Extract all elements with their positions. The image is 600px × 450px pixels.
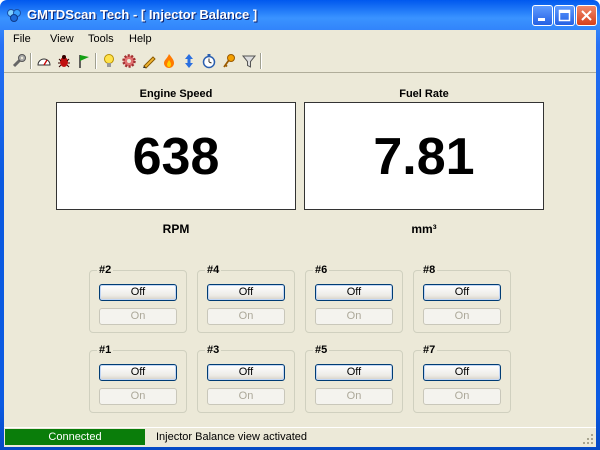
engine-speed-display: 638 (56, 102, 296, 210)
fuel-rate-value: 7.81 (373, 128, 475, 186)
toolbar-separator (30, 53, 32, 69)
injector-group-title: #7 (421, 344, 438, 356)
injector-8-off-button[interactable]: Off (423, 284, 501, 301)
connection-status: Connected (5, 429, 145, 445)
window-title: GMTDScan Tech - [ Injector Balance ] (27, 7, 258, 22)
injector-8-on-button[interactable]: On (423, 308, 501, 325)
injector-4-off-button[interactable]: Off (207, 284, 285, 301)
injector-3-on-button[interactable]: On (207, 388, 285, 405)
gauge-icon[interactable] (36, 53, 52, 69)
funnel-icon[interactable] (241, 53, 257, 69)
maximize-button[interactable] (554, 5, 575, 26)
app-window: GMTDScan Tech - [ Injector Balance ] Fil… (0, 0, 600, 450)
menu-tools[interactable]: Tools (88, 33, 114, 45)
status-bar: Connected Injector Balance view activate… (4, 427, 596, 447)
minimize-icon (538, 18, 545, 21)
injector-5-off-button[interactable]: Off (315, 364, 393, 381)
engine-speed-unit: RPM (162, 222, 190, 236)
fuel-rate-unit: mm³ (411, 222, 437, 236)
fuel-rate-display: 7.81 (304, 102, 544, 210)
injector-3-off-button[interactable]: Off (207, 364, 285, 381)
fuel-rate-label: Fuel Rate (399, 88, 449, 100)
injector-group-title: #8 (421, 264, 438, 276)
arrows-icon[interactable] (181, 53, 197, 69)
injector-6-off-button[interactable]: Off (315, 284, 393, 301)
bulb-icon[interactable] (101, 53, 117, 69)
injector-6-on-button[interactable]: On (315, 308, 393, 325)
key-icon[interactable] (221, 53, 237, 69)
minimize-button[interactable] (532, 5, 553, 26)
injector-1-off-button[interactable]: Off (99, 364, 177, 381)
injector-group-1: #1 Off On (89, 344, 187, 413)
injector-group-6: #6 Off On (305, 264, 403, 333)
engine-speed-value: 638 (132, 128, 220, 186)
menu-view[interactable]: View (50, 33, 74, 45)
toolbar-separator (260, 53, 262, 69)
injector-5-on-button[interactable]: On (315, 388, 393, 405)
close-button[interactable] (576, 5, 597, 26)
injector-group-4: #4 Off On (197, 264, 295, 333)
menu-help[interactable]: Help (129, 33, 152, 45)
injector-group-title: #4 (205, 264, 222, 276)
maximize-icon (558, 9, 571, 22)
engine-speed-label: Engine Speed (139, 88, 213, 100)
pencil-icon[interactable] (141, 53, 157, 69)
toolbar-separator (95, 53, 97, 69)
injector-group-3: #3 Off On (197, 344, 295, 413)
injector-group-7: #7 Off On (413, 344, 511, 413)
client-area: File View Tools Help Engine Speed Fuel R… (4, 30, 596, 447)
injector-4-on-button[interactable]: On (207, 308, 285, 325)
injector-group-title: #5 (313, 344, 330, 356)
injector-group-title: #1 (97, 344, 114, 356)
gear-icon[interactable] (121, 53, 137, 69)
injector-group-8: #8 Off On (413, 264, 511, 333)
close-icon (581, 10, 592, 21)
injector-1-on-button[interactable]: On (99, 388, 177, 405)
injector-group-title: #6 (313, 264, 330, 276)
title-bar[interactable]: GMTDScan Tech - [ Injector Balance ] (0, 0, 600, 30)
app-logo-icon (7, 9, 21, 22)
injector-7-on-button[interactable]: On (423, 388, 501, 405)
bug-icon[interactable] (56, 53, 72, 69)
menu-bar: File View Tools Help (4, 30, 596, 50)
injector-group-title: #2 (97, 264, 114, 276)
menu-file[interactable]: File (13, 33, 31, 45)
status-message: Injector Balance view activated (156, 431, 308, 443)
toolbar (4, 50, 596, 73)
injector-group-5: #5 Off On (305, 344, 403, 413)
flag-icon[interactable] (76, 53, 92, 69)
injector-balance-view: Engine Speed Fuel Rate 638 7.81 RPM mm³ … (4, 73, 596, 427)
injector-2-on-button[interactable]: On (99, 308, 177, 325)
timer-icon[interactable] (201, 53, 217, 69)
injector-group-2: #2 Off On (89, 264, 187, 333)
injector-group-title: #3 (205, 344, 222, 356)
flame-icon[interactable] (161, 53, 177, 69)
resize-grip-icon[interactable] (582, 433, 594, 445)
wrench-icon[interactable] (11, 53, 27, 69)
injector-7-off-button[interactable]: Off (423, 364, 501, 381)
injector-2-off-button[interactable]: Off (99, 284, 177, 301)
